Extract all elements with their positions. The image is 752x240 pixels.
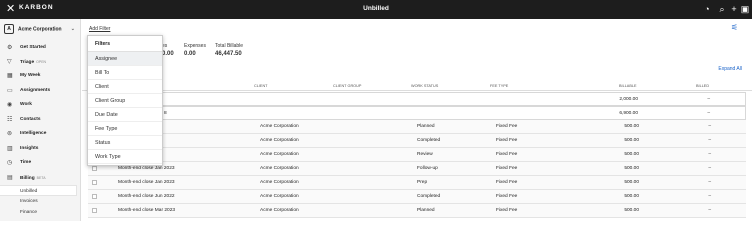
sub-nav-unbilled[interactable]: Unbilled <box>0 185 77 196</box>
filter-option-status[interactable]: Status <box>88 136 162 150</box>
nav-time[interactable]: ◷ Time <box>0 157 81 169</box>
bulb-icon: ⊚ <box>7 131 13 137</box>
calendar-icon[interactable]: ▣ <box>740 3 750 15</box>
filter-option-work-type[interactable]: Work Type <box>88 150 162 164</box>
filter-option-client[interactable]: Client <box>88 80 162 94</box>
chart-icon: ▥ <box>7 146 13 152</box>
filter-icon: ▽ <box>7 59 12 65</box>
row-checkbox[interactable] <box>92 166 97 171</box>
plus-icon[interactable]: + <box>729 3 739 15</box>
clock-icon: ◷ <box>7 160 13 166</box>
nav-get-started[interactable]: ⚙ Get Started <box>0 42 81 54</box>
column-settings-icon[interactable]: ⚟ <box>731 23 738 32</box>
row-checkbox[interactable] <box>92 194 97 199</box>
top-bar: ✕ KARBON Unbilled ◔ ⌕ + ▣ <box>0 0 752 19</box>
summary-expenses: Expenses 0.00 <box>184 43 206 57</box>
main-content: Add Filter ⚟ es 0.00 Expenses 0.00 Total B… <box>82 19 752 221</box>
filters-header: Filters <box>88 36 162 52</box>
col-client-group[interactable]: CLIENT GROUP <box>333 84 361 88</box>
table-row[interactable]: 22Acme CorporationCompletedFixed Fee500.… <box>88 134 746 148</box>
org-name: Acme Corporation <box>18 26 62 33</box>
filter-option-assignee[interactable]: Assignee <box>88 52 162 66</box>
chevron-down-icon: ⌄ <box>70 26 75 32</box>
sub-nav-invoices[interactable]: Invoices <box>0 196 77 207</box>
row-checkbox[interactable] <box>92 180 97 185</box>
table-row[interactable]: Month-end close Jan 2023 Acme Corporation… <box>88 176 746 190</box>
filter-option-bill-to[interactable]: Bill To <box>88 66 162 80</box>
col-work-status[interactable]: WORK STATUS <box>411 84 438 88</box>
table-header: CLIENT CLIENT GROUP WORK STATUS FEE TYPE… <box>82 83 752 91</box>
col-billed[interactable]: BILLED <box>696 84 709 88</box>
filter-option-fee-type[interactable]: Fee Type <box>88 122 162 136</box>
nav-contacts[interactable]: ☷ Contacts <box>0 114 81 126</box>
nav-work[interactable]: ◉ Work <box>0 99 81 111</box>
calendar-icon: ▦ <box>7 73 13 79</box>
billing-icon: ▤ <box>7 175 13 181</box>
help-icon[interactable]: ◔ <box>702 3 712 15</box>
contacts-icon: ☷ <box>7 117 13 123</box>
filter-option-client-group[interactable]: Client Group <box>88 94 162 108</box>
table-row[interactable]: Month-end close Mar 2023 Acme Corporation… <box>88 204 746 218</box>
expand-all-link[interactable]: Expand All <box>718 66 742 72</box>
nav-my-week[interactable]: ▦ My Week <box>0 70 81 82</box>
table-row[interactable]: 23Acme CorporationReviewFixed Fee500.00– <box>88 148 746 162</box>
sidebar: A Acme Corporation ⌄ ⚙ Get Started ▽ Triage… <box>0 19 81 221</box>
summary-fees: es 0.00 <box>162 43 174 57</box>
search-icon[interactable]: ⌕ <box>717 3 727 15</box>
col-billable[interactable]: BILLABLE <box>619 84 637 88</box>
nav-insights[interactable]: ▥ Insights <box>0 143 81 155</box>
table-row[interactable]: Month-end close Jan 2023 Acme Corporation… <box>88 162 746 176</box>
col-fee-type[interactable]: FEE TYPE <box>490 84 508 88</box>
filter-option-due-date[interactable]: Due Date <box>88 108 162 122</box>
inbox-icon: ▭ <box>7 88 13 94</box>
table-row[interactable]: 23Acme CorporationPlannedFixed Fee500.00… <box>88 120 746 134</box>
summary-total-billable: Total Billable 46,447.50 <box>215 43 244 57</box>
nav-assignments[interactable]: ▭ Assignments <box>0 85 81 97</box>
nav-billing[interactable]: ▤ Billing BETA <box>0 172 81 184</box>
row-checkbox[interactable] <box>92 208 97 213</box>
group-row[interactable]: 8 6,900.00 – <box>88 106 746 120</box>
filters-dropdown: Filters Assignee Bill To Client Client G… <box>87 35 163 166</box>
briefcase-icon: ◉ <box>7 102 13 108</box>
sub-nav-finance[interactable]: Finance <box>0 207 77 218</box>
avatar: A <box>4 24 14 34</box>
nav-intelligence[interactable]: ⊚ Intelligence <box>0 128 81 140</box>
group-row[interactable]: 2,000.00 – <box>88 92 746 106</box>
gear-icon: ⚙ <box>7 45 13 51</box>
col-client[interactable]: CLIENT <box>254 84 268 88</box>
org-switcher[interactable]: A Acme Corporation ⌄ <box>4 24 77 35</box>
page-title: Unbilled <box>363 5 389 12</box>
add-filter-button[interactable]: Add Filter <box>89 26 110 32</box>
table-row[interactable]: Month-end close Jun 2022 Acme Corporation… <box>88 190 746 204</box>
nav-triage[interactable]: ▽ Triage OPEN <box>0 56 81 68</box>
